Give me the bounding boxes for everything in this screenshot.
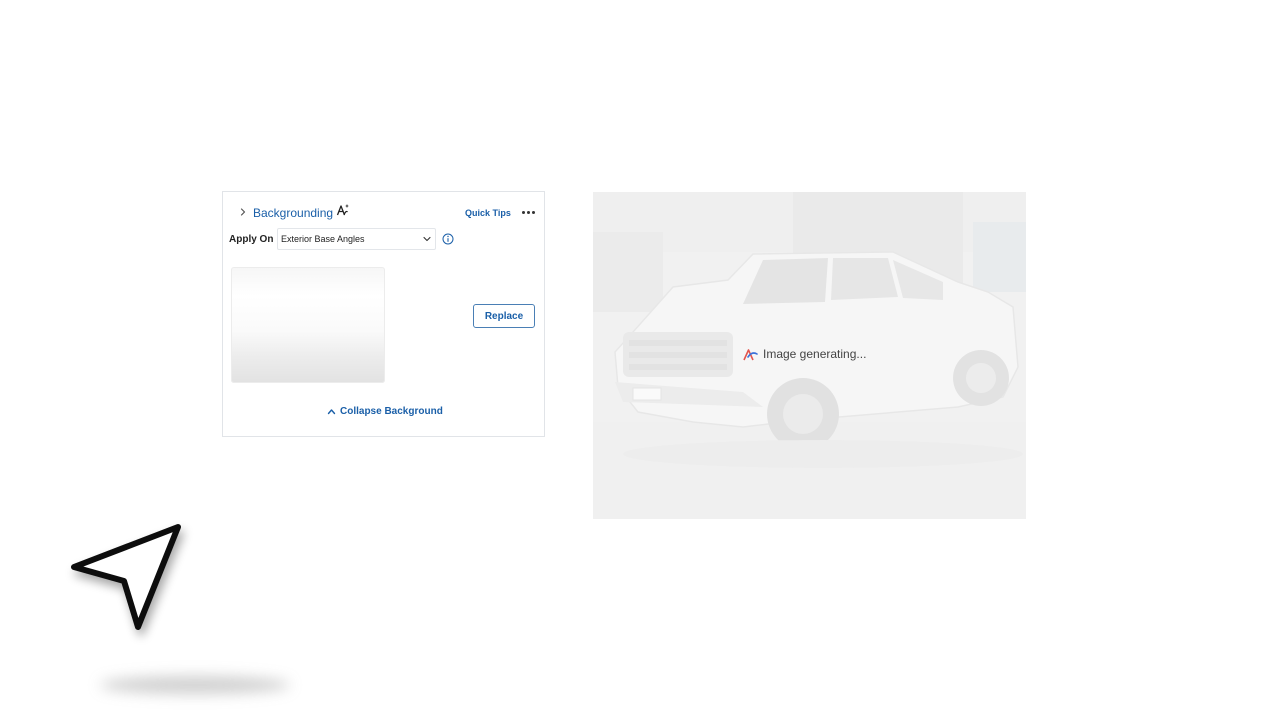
caret-up-icon: [327, 409, 336, 415]
background-thumbnail[interactable]: [231, 267, 385, 383]
stage: Backgrounding Quick Tips Apply On Exteri…: [0, 0, 1280, 720]
generating-status: Image generating...: [743, 347, 866, 361]
ai-sparkle-icon: [336, 204, 349, 216]
more-options-icon[interactable]: [520, 207, 536, 217]
image-preview: Image generating...: [593, 192, 1026, 519]
info-icon[interactable]: [442, 233, 454, 245]
replace-button[interactable]: Replace: [473, 304, 535, 328]
chevron-down-icon: [423, 236, 431, 242]
chevron-right-icon[interactable]: [238, 207, 248, 217]
pointer-arrow-icon: [71, 524, 181, 630]
cursor-shadow: [100, 676, 290, 694]
quick-tips-link[interactable]: Quick Tips: [465, 208, 511, 218]
collapse-background-label: Collapse Background: [340, 406, 443, 417]
apply-on-value: Exterior Base Angles: [281, 234, 365, 244]
backgrounding-panel: Backgrounding Quick Tips Apply On Exteri…: [222, 191, 545, 437]
panel-header: Backgrounding Quick Tips: [223, 192, 544, 232]
apply-on-label: Apply On: [229, 234, 274, 245]
panel-title[interactable]: Backgrounding: [253, 206, 333, 220]
apply-on-select[interactable]: Exterior Base Angles: [277, 228, 436, 250]
ai-generate-icon: [743, 348, 758, 360]
generating-text: Image generating...: [763, 347, 867, 361]
collapse-background-link[interactable]: Collapse Background: [327, 406, 443, 417]
